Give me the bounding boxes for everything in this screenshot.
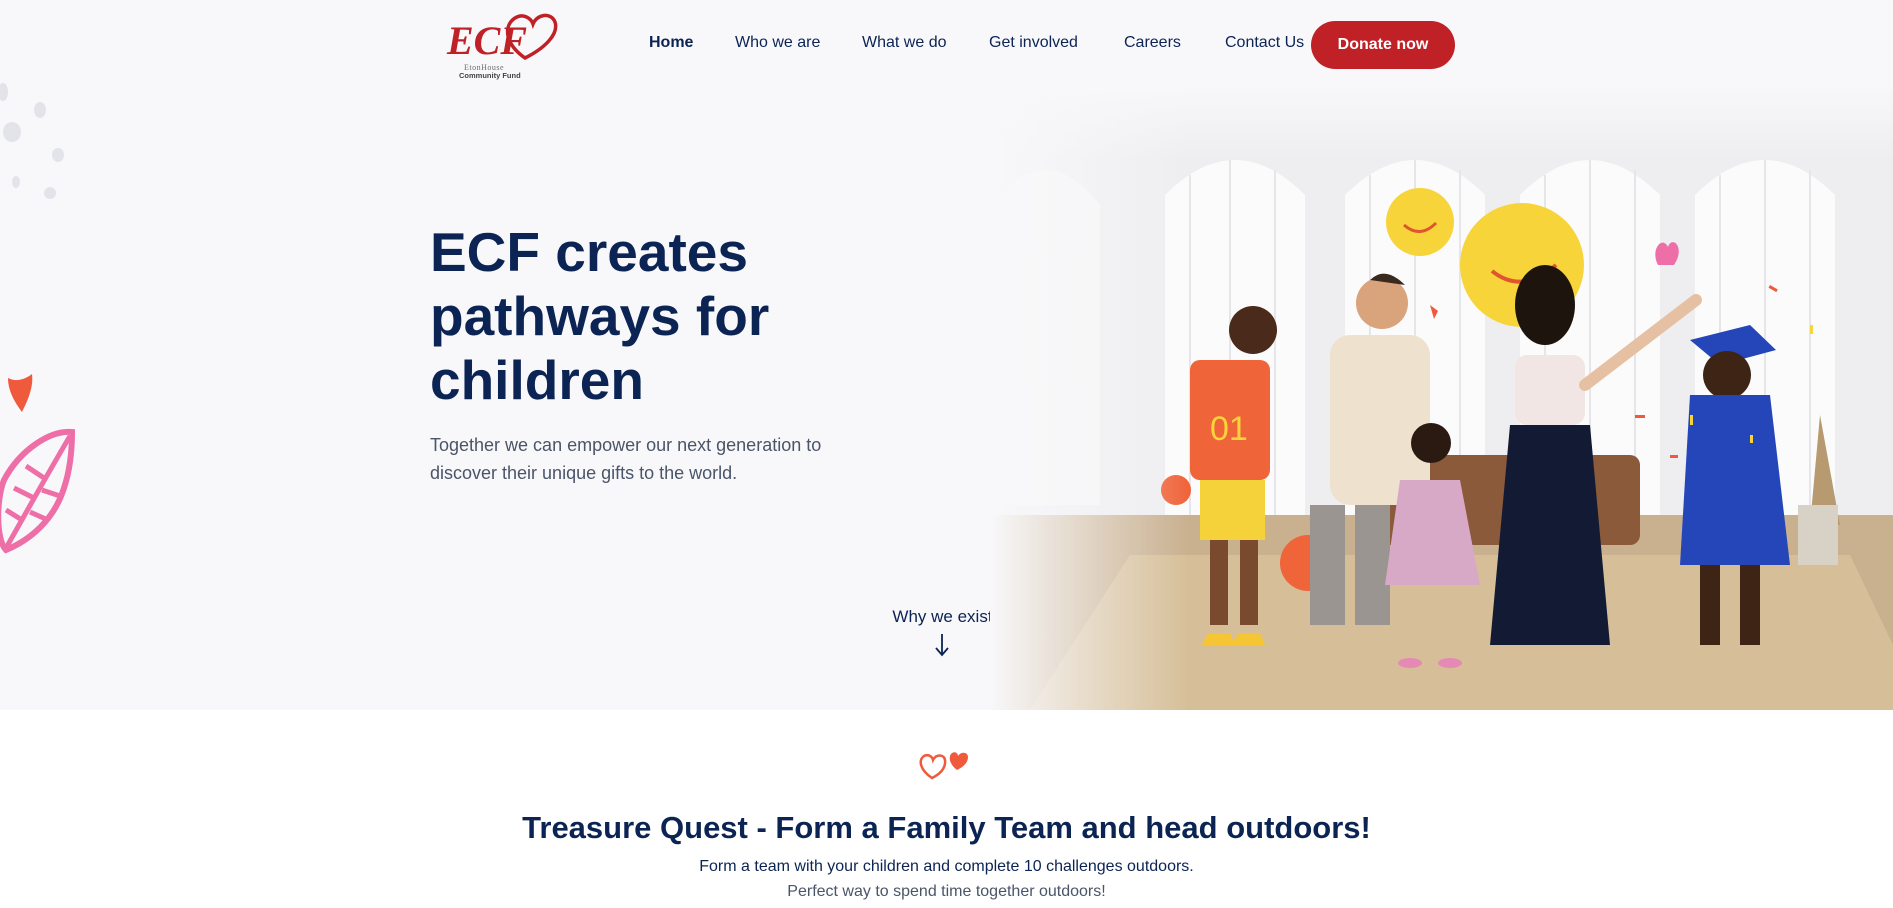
logo-text: ECF <box>446 18 527 63</box>
hero-subtitle: Together we can empower our next generat… <box>430 435 822 483</box>
section-description-2: Perfect way to spend time together outdo… <box>787 883 1106 900</box>
nav-who-we-are[interactable]: Who we are <box>735 34 820 52</box>
nav-careers[interactable]: Careers <box>1124 34 1181 52</box>
nav-contact-us[interactable]: Contact Us <box>1225 34 1304 52</box>
logo[interactable]: ECF EtonHouse Community Fund <box>445 8 563 83</box>
section-description: Form a team with your children and compl… <box>699 858 1194 875</box>
hero-title: ECF creates pathways for children <box>430 221 770 411</box>
nav-home[interactable]: Home <box>649 34 693 52</box>
why-we-exist-link[interactable]: Why we exist <box>885 607 1000 627</box>
hero-section: ECF EtonHouse Community Fund Home Who we… <box>0 0 1893 710</box>
hero-photo: 01 <box>990 85 1893 710</box>
donate-button[interactable]: Donate now <box>1311 21 1455 69</box>
nav-get-involved[interactable]: Get involved <box>989 34 1078 52</box>
hearts-icon <box>919 752 968 780</box>
heart-logo-icon: ECF <box>446 13 558 63</box>
decorative-dots-icon <box>0 83 64 199</box>
down-arrow-icon[interactable] <box>930 630 954 660</box>
nav-what-we-do[interactable]: What we do <box>862 34 946 52</box>
section-title: Treasure Quest - Form a Family Team and … <box>522 810 1371 845</box>
logo-subtitle-2: Community Fund <box>459 71 521 80</box>
decorative-leaf-icon <box>0 374 76 554</box>
